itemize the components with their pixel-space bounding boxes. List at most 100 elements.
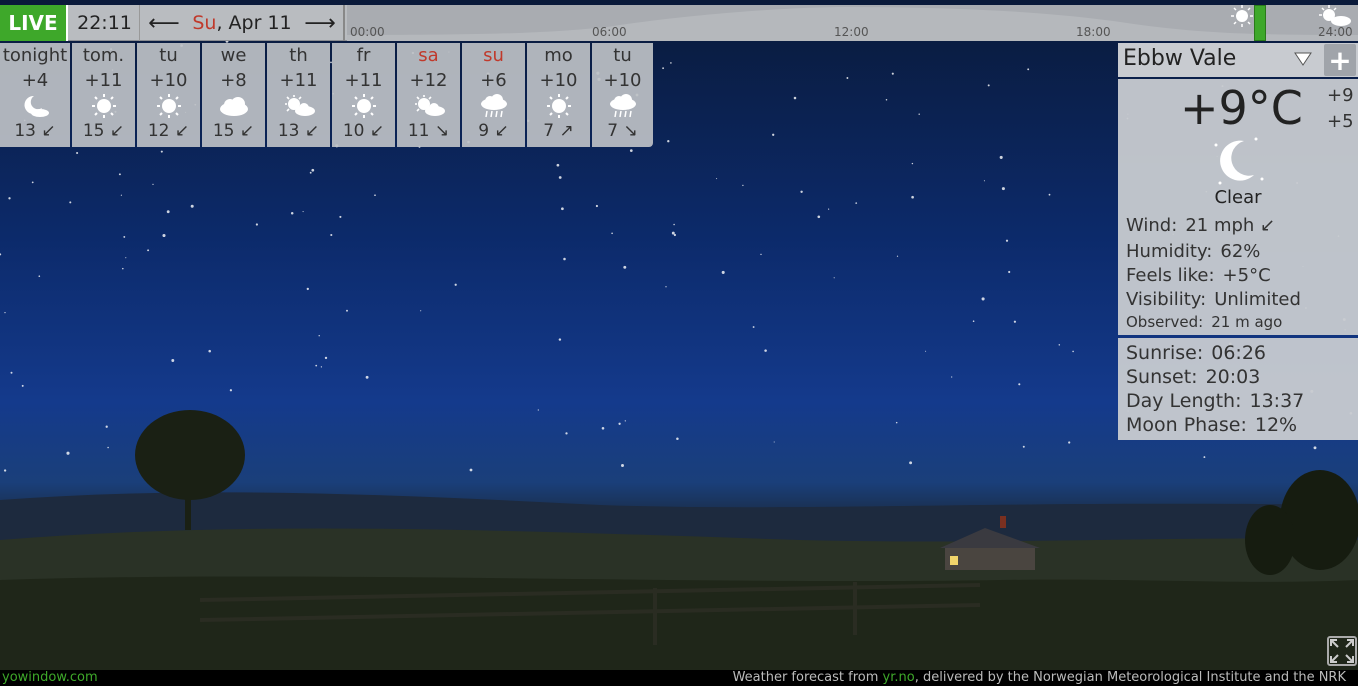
forecast-temp: +6 — [480, 70, 507, 91]
forecast-day[interactable]: tom. +11 15 ↙ — [72, 43, 135, 147]
forecast-day[interactable]: th +11 13 ↙ — [267, 43, 330, 147]
star — [983, 180, 985, 182]
star — [346, 309, 348, 312]
forecast-temp: +10 — [539, 70, 578, 91]
star — [925, 350, 927, 352]
tick-label: 24:00 — [1318, 25, 1353, 39]
star — [8, 197, 11, 200]
yr-link[interactable]: yr.no — [883, 670, 915, 685]
feels-like-value: +5°C — [1222, 265, 1271, 286]
forecast-day-name: su — [483, 45, 504, 66]
star — [561, 207, 564, 211]
forecast-day[interactable]: fr +11 10 ↙ — [332, 43, 395, 147]
date-navigator: ⟵ Su, Apr 11 ⟶ — [141, 5, 345, 41]
star — [0, 253, 2, 256]
top-bar: LIVE 22:11 ⟵ Su, Apr 11 ⟶ 00:00 06:00 12… — [0, 5, 1358, 41]
city-selector[interactable]: Ebbw Vale + — [1118, 43, 1358, 77]
forecast-day[interactable]: we +8 15 ↙ — [202, 43, 265, 147]
forecast-day[interactable]: mo +10 7 ↗ — [527, 43, 590, 147]
high-temp: +9 — [1327, 85, 1354, 106]
chevron-down-icon[interactable] — [1294, 51, 1312, 67]
fullscreen-icon[interactable] — [1327, 636, 1357, 666]
star — [69, 201, 72, 204]
credit-prefix: Weather forecast from — [732, 670, 883, 685]
forecast-day[interactable]: su +6 9 ↙ — [462, 43, 525, 147]
star — [721, 270, 725, 274]
star — [764, 349, 767, 352]
star — [558, 176, 562, 179]
star — [309, 171, 312, 174]
star — [1072, 350, 1074, 353]
star — [290, 211, 294, 215]
forecast-day[interactable]: tu +10 7 ↘ — [592, 43, 653, 147]
star — [315, 364, 318, 367]
star — [152, 183, 154, 186]
humidity-label: Humidity: — [1126, 241, 1213, 262]
forecast-day-name: mo — [544, 45, 573, 66]
visibility-value: Unlimited — [1214, 289, 1301, 310]
rain-cloud-icon — [479, 93, 509, 119]
credit-suffix: , delivered by the Norwegian Meteorologi… — [914, 670, 1346, 685]
sunrise-value: 06:26 — [1211, 342, 1266, 364]
current-temperature: +9°C — [1180, 81, 1303, 135]
timeline-scrubber[interactable]: 00:00 06:00 12:00 18:00 24:00 — [347, 5, 1358, 41]
star — [618, 422, 621, 425]
star — [66, 451, 70, 455]
star — [1313, 446, 1317, 450]
star — [255, 223, 259, 226]
forecast-temp: +12 — [409, 70, 448, 91]
forecast-wind: 7 ↘ — [607, 121, 638, 141]
forecast-day-name: th — [289, 45, 308, 66]
rain-cloud-icon — [608, 93, 638, 119]
star — [208, 349, 211, 353]
star — [595, 204, 598, 208]
sun-icon — [1231, 5, 1253, 27]
moon-cloud-icon — [20, 93, 50, 119]
day-length-row: Day Length: 13:37 — [1126, 390, 1304, 412]
right-arrow-icon[interactable]: ⟶ — [303, 11, 337, 36]
live-button[interactable]: LIVE — [0, 5, 68, 41]
left-arrow-icon[interactable]: ⟵ — [147, 11, 181, 36]
forecast-day[interactable]: sa +12 11 ↘ — [397, 43, 460, 147]
star — [3, 469, 7, 472]
sunset-value: 20:03 — [1205, 366, 1261, 388]
tick-label: 12:00 — [834, 25, 869, 39]
star — [160, 150, 163, 153]
forecast-wind: 13 ↙ — [277, 121, 320, 141]
star — [951, 376, 953, 378]
sun-moon-box: Sunrise: 06:26 Sunset: 20:03 Day Length: 13… — [1118, 338, 1358, 440]
current-time[interactable]: 22:11 — [70, 5, 140, 41]
star — [855, 202, 858, 204]
star — [1048, 193, 1051, 196]
star — [563, 257, 566, 261]
site-link[interactable]: yowindow.com — [2, 670, 98, 685]
star — [166, 210, 170, 214]
star — [537, 409, 539, 411]
star — [828, 208, 830, 210]
star — [1018, 383, 1021, 386]
humidity-row: Humidity: 62% — [1126, 241, 1260, 262]
star — [833, 277, 835, 279]
star — [324, 356, 328, 360]
star — [918, 113, 920, 115]
star — [123, 235, 126, 238]
forecast-day-name: tu — [613, 45, 632, 66]
star — [125, 257, 127, 259]
forecast-day[interactable]: tu +10 12 ↙ — [137, 43, 200, 147]
visibility-label: Visibility: — [1126, 289, 1207, 310]
star — [374, 194, 376, 197]
now-box: +9°C +9 +5 Clear Wind: 21 mph ↙ Humidity:… — [1118, 79, 1358, 335]
forecast-temp: +10 — [603, 70, 642, 91]
star — [911, 195, 914, 199]
star — [1027, 68, 1030, 71]
forecast-day[interactable]: tonight +4 13 ↙ — [0, 43, 70, 147]
timeline-handle[interactable] — [1254, 5, 1266, 41]
add-city-button[interactable]: + — [1324, 44, 1356, 77]
forecast-wind: 15 ↙ — [212, 121, 255, 141]
star — [1008, 270, 1011, 274]
star — [846, 77, 849, 79]
star — [611, 232, 613, 235]
forecast-wind: 9 ↙ — [478, 121, 509, 141]
star — [120, 194, 122, 196]
city-name[interactable]: Ebbw Vale — [1123, 43, 1236, 77]
